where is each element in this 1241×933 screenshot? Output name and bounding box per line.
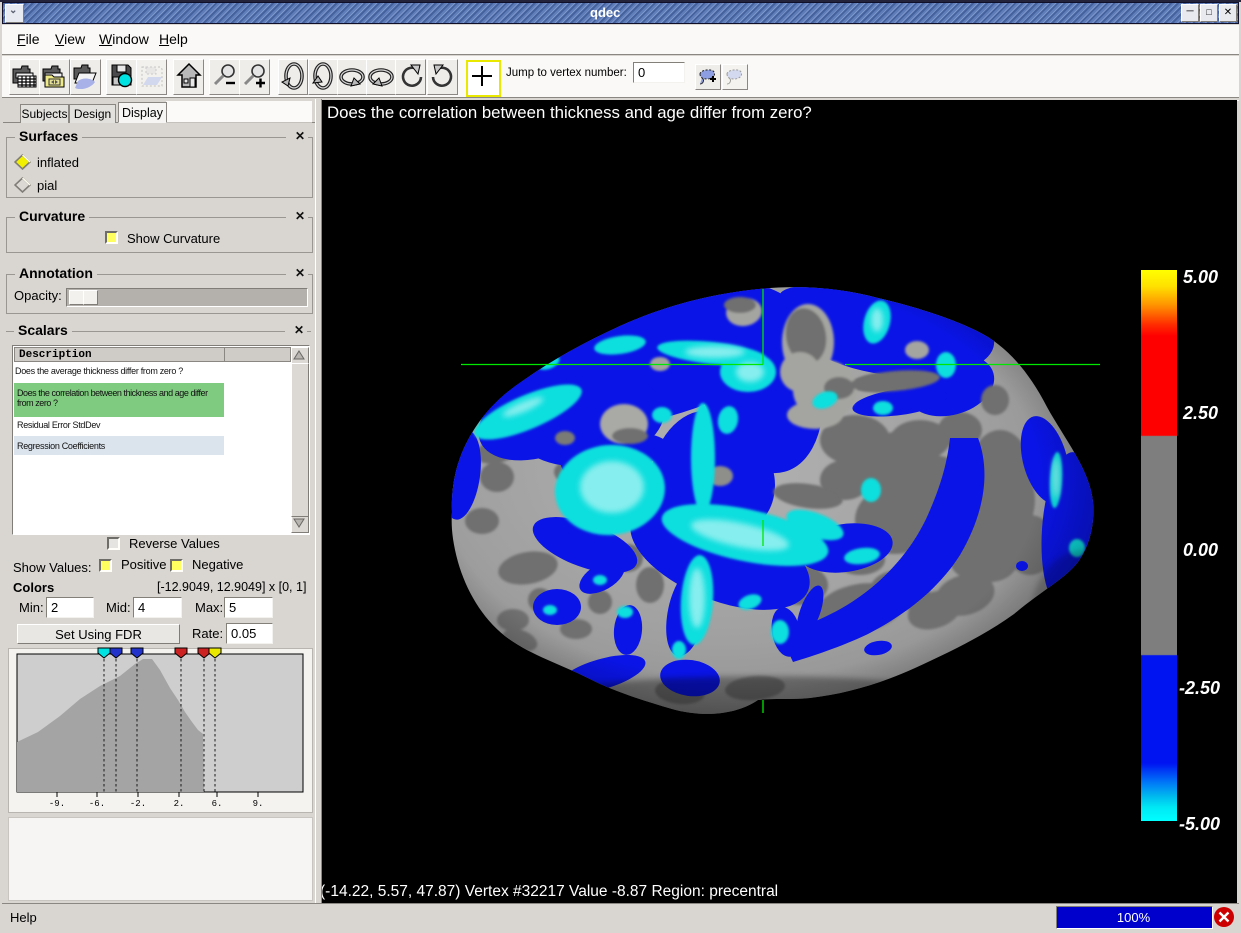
- svg-text:0.00: 0.00: [1183, 540, 1218, 560]
- svg-text:2.: 2.: [174, 799, 185, 809]
- svg-text:-9.: -9.: [49, 799, 65, 809]
- svg-text:2.50: 2.50: [1182, 403, 1218, 423]
- svg-text:-6.: -6.: [89, 799, 105, 809]
- svg-text:-5.00: -5.00: [1179, 814, 1220, 834]
- svg-text:9.: 9.: [253, 799, 264, 809]
- svg-text:-2.50: -2.50: [1179, 678, 1220, 698]
- svg-text:Does the correlation between t: Does the correlation between thickness a…: [327, 103, 812, 122]
- svg-text:(-14.22, 5.57, 47.87) Vertex #: (-14.22, 5.57, 47.87) Vertex #32217 Valu…: [322, 883, 778, 900]
- svg-text:-2.: -2.: [130, 799, 146, 809]
- svg-text:6.: 6.: [212, 799, 223, 809]
- svg-text:5.00: 5.00: [1183, 267, 1218, 287]
